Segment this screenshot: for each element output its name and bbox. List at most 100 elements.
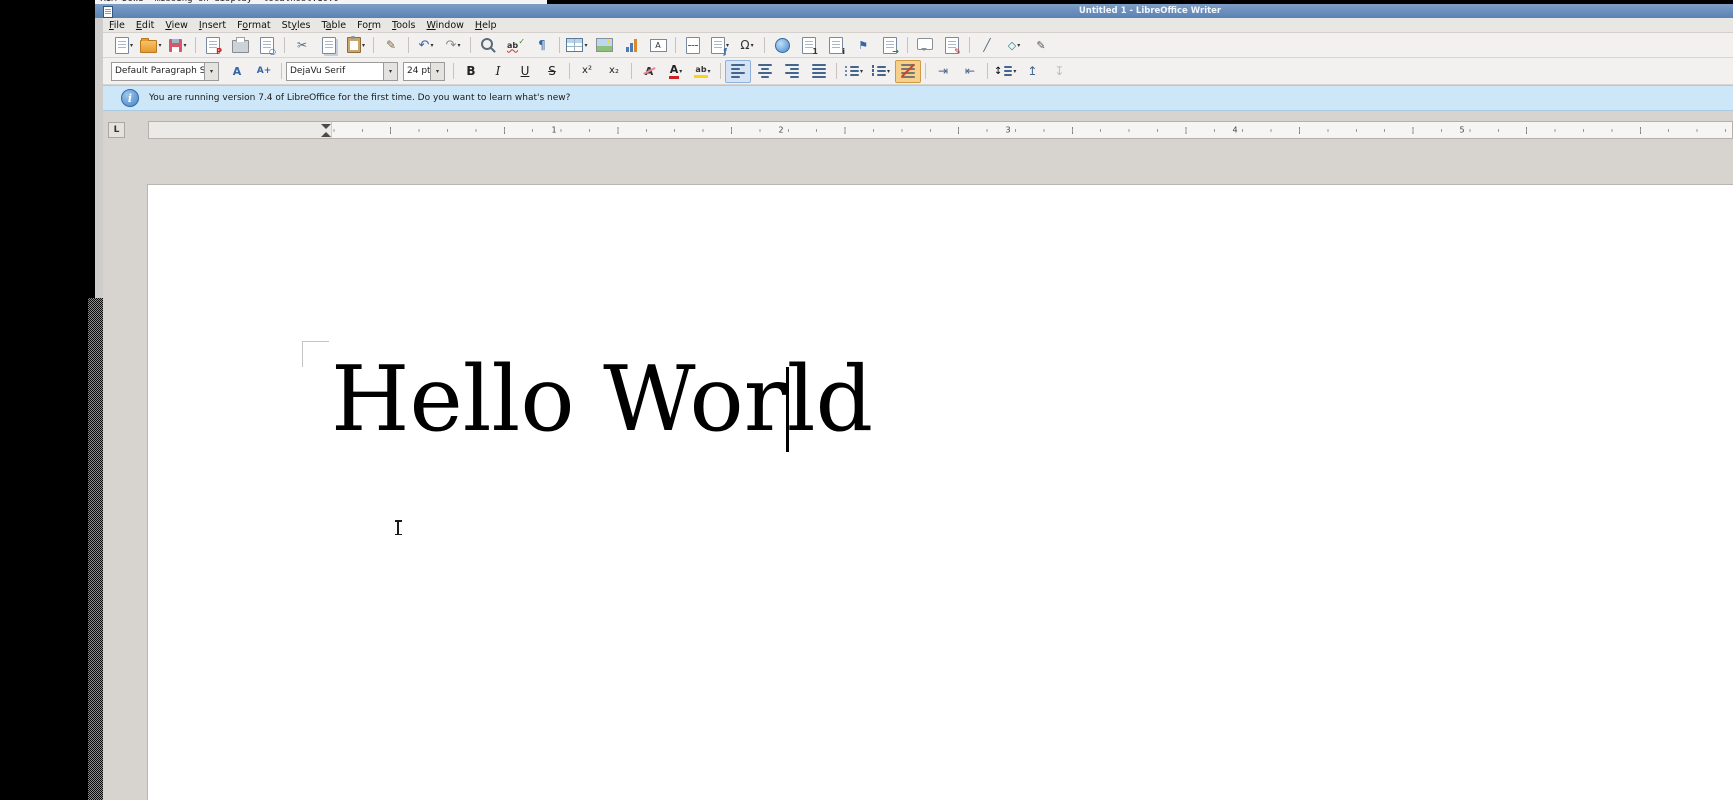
undo-dropdown[interactable]: ▾	[430, 42, 433, 49]
menu-tools[interactable]: Tools	[392, 20, 415, 31]
insert-endnote-button[interactable]: i	[823, 34, 849, 57]
menu-view[interactable]: View	[165, 20, 188, 31]
underline-button[interactable]: U	[512, 60, 538, 83]
basic-shapes-dropdown[interactable]: ▾	[1017, 42, 1020, 49]
align-right-button[interactable]	[779, 60, 805, 83]
export-pdf-button[interactable]: P	[200, 34, 226, 57]
save-button[interactable]: ▾	[165, 34, 191, 57]
font-color-dropdown[interactable]: ▾	[679, 68, 682, 75]
insert-textbox-button[interactable]: A	[645, 34, 671, 57]
unordered-list-button[interactable]: ▾	[841, 60, 867, 83]
basic-shapes-button[interactable]: ◇▾	[1001, 34, 1027, 57]
align-left-icon	[731, 64, 745, 78]
chart-bar	[630, 43, 633, 52]
unordered-list-dropdown[interactable]: ▾	[860, 68, 863, 75]
increase-indent-button[interactable]: ⇥	[930, 60, 956, 83]
menu-form[interactable]: Form	[357, 20, 381, 31]
highlight-color-dropdown[interactable]: ▾	[708, 68, 711, 75]
increase-paragraph-spacing-button[interactable]: ↥	[1019, 60, 1045, 83]
line-spacing-arrow: ↕	[994, 66, 1002, 77]
cut-button[interactable]: ✂	[289, 34, 315, 57]
italic-button[interactable]: I	[485, 60, 511, 83]
paragraph-style-dropdown[interactable]: ▾	[204, 63, 218, 80]
find-replace-button[interactable]	[475, 34, 501, 57]
bold-button[interactable]: B	[458, 60, 484, 83]
menu-edit[interactable]: Edit	[136, 20, 154, 31]
redo-dropdown[interactable]: ▾	[457, 42, 460, 49]
no-list-button[interactable]	[895, 60, 921, 83]
special-character-dropdown[interactable]: ▾	[751, 42, 754, 49]
undo-button[interactable]: ↶▾	[413, 34, 439, 57]
draw-functions-button[interactable]: ✎	[1028, 34, 1054, 57]
formatting-marks-button[interactable]: ¶	[529, 34, 555, 57]
align-center-button[interactable]	[752, 60, 778, 83]
cross-reference-icon: →	[883, 37, 897, 54]
open-dropdown[interactable]: ▾	[158, 42, 161, 49]
ordered-list-button[interactable]: ▾	[868, 60, 894, 83]
tab-stop-selector[interactable]: L	[108, 122, 125, 138]
toolbar-separator	[631, 63, 632, 79]
highlight-color-button[interactable]: ab▾	[690, 60, 716, 83]
font-size-dropdown[interactable]: ▾	[430, 63, 444, 80]
save-dropdown[interactable]: ▾	[183, 42, 186, 49]
indent-marker[interactable]	[321, 124, 331, 137]
clone-formatting-button[interactable]: ✎	[378, 34, 404, 57]
insert-footnote-button[interactable]: 1	[796, 34, 822, 57]
ruler-number-4: 4	[1230, 126, 1239, 135]
insert-line-button[interactable]: ╱	[974, 34, 1000, 57]
insert-table-dropdown[interactable]: ▾	[584, 42, 587, 49]
track-changes-button[interactable]: ✎	[939, 34, 965, 57]
new-document-button[interactable]: ▾	[111, 34, 137, 57]
copy-button[interactable]	[316, 34, 342, 57]
titlebar[interactable]: Untitled 1 - LibreOffice Writer	[95, 4, 1733, 18]
page-break-button[interactable]	[680, 34, 706, 57]
spelling-button[interactable]: ab	[502, 34, 528, 57]
insert-field-button[interactable]: ƒ▾	[707, 34, 733, 57]
update-style-button[interactable]: A	[224, 60, 250, 83]
special-character-button[interactable]: Ω▾	[734, 34, 760, 57]
font-color-button[interactable]: A▾	[663, 60, 689, 83]
line-spacing-bars	[1004, 66, 1012, 76]
workspace: L 12345 Hello World	[103, 111, 1733, 800]
insert-comment-icon	[917, 38, 933, 50]
new-style-button[interactable]: A+	[251, 60, 277, 83]
strikethrough-button[interactable]: S	[539, 60, 565, 83]
insert-bookmark-button[interactable]: ⚑	[850, 34, 876, 57]
insert-comment-button[interactable]	[912, 34, 938, 57]
font-name-dropdown[interactable]: ▾	[383, 63, 397, 80]
menu-format[interactable]: Format	[237, 20, 271, 31]
menu-help[interactable]: Help	[475, 20, 497, 31]
icon-overlay: i	[842, 48, 845, 56]
align-justify-button[interactable]	[806, 60, 832, 83]
insert-chart-button[interactable]	[618, 34, 644, 57]
insert-table-button[interactable]: ▾	[564, 34, 590, 57]
line-spacing-button[interactable]: ↕▾	[992, 60, 1018, 83]
menu-styles[interactable]: Styles	[282, 20, 311, 31]
menu-table[interactable]: Table	[321, 20, 346, 31]
insert-image-button[interactable]	[591, 34, 617, 57]
paste-button[interactable]: ▾	[343, 34, 369, 57]
menu-insert[interactable]: Insert	[199, 20, 226, 31]
document-page[interactable]: Hello World	[148, 185, 1733, 800]
paragraph-style-combobox[interactable]: Default Paragraph Style▾	[111, 62, 219, 81]
superscript-button[interactable]: x²	[574, 60, 600, 83]
print-preview-button[interactable]: ○	[254, 34, 280, 57]
menu-window[interactable]: Window	[426, 20, 463, 31]
paste-dropdown[interactable]: ▾	[362, 42, 365, 49]
align-left-button[interactable]	[725, 60, 751, 83]
horizontal-ruler[interactable]: 12345	[148, 121, 1733, 139]
font-size-combobox[interactable]: 24 pt▾	[403, 62, 445, 81]
ordered-list-dropdown[interactable]: ▾	[887, 68, 890, 75]
font-name-combobox[interactable]: DejaVu Serif▾	[286, 62, 398, 81]
redo-button[interactable]: ↷▾	[440, 34, 466, 57]
clear-formatting-button[interactable]: A	[636, 60, 662, 83]
open-button[interactable]: ▾	[138, 34, 164, 57]
print-button[interactable]	[227, 34, 253, 57]
new-document-dropdown[interactable]: ▾	[130, 42, 133, 49]
hyperlink-button[interactable]	[769, 34, 795, 57]
decrease-indent-button[interactable]: ⇤	[957, 60, 983, 83]
cross-reference-button[interactable]: →	[877, 34, 903, 57]
subscript-button[interactable]: x₂	[601, 60, 627, 83]
menu-file[interactable]: File	[109, 20, 125, 31]
line-spacing-dropdown[interactable]: ▾	[1013, 68, 1016, 75]
